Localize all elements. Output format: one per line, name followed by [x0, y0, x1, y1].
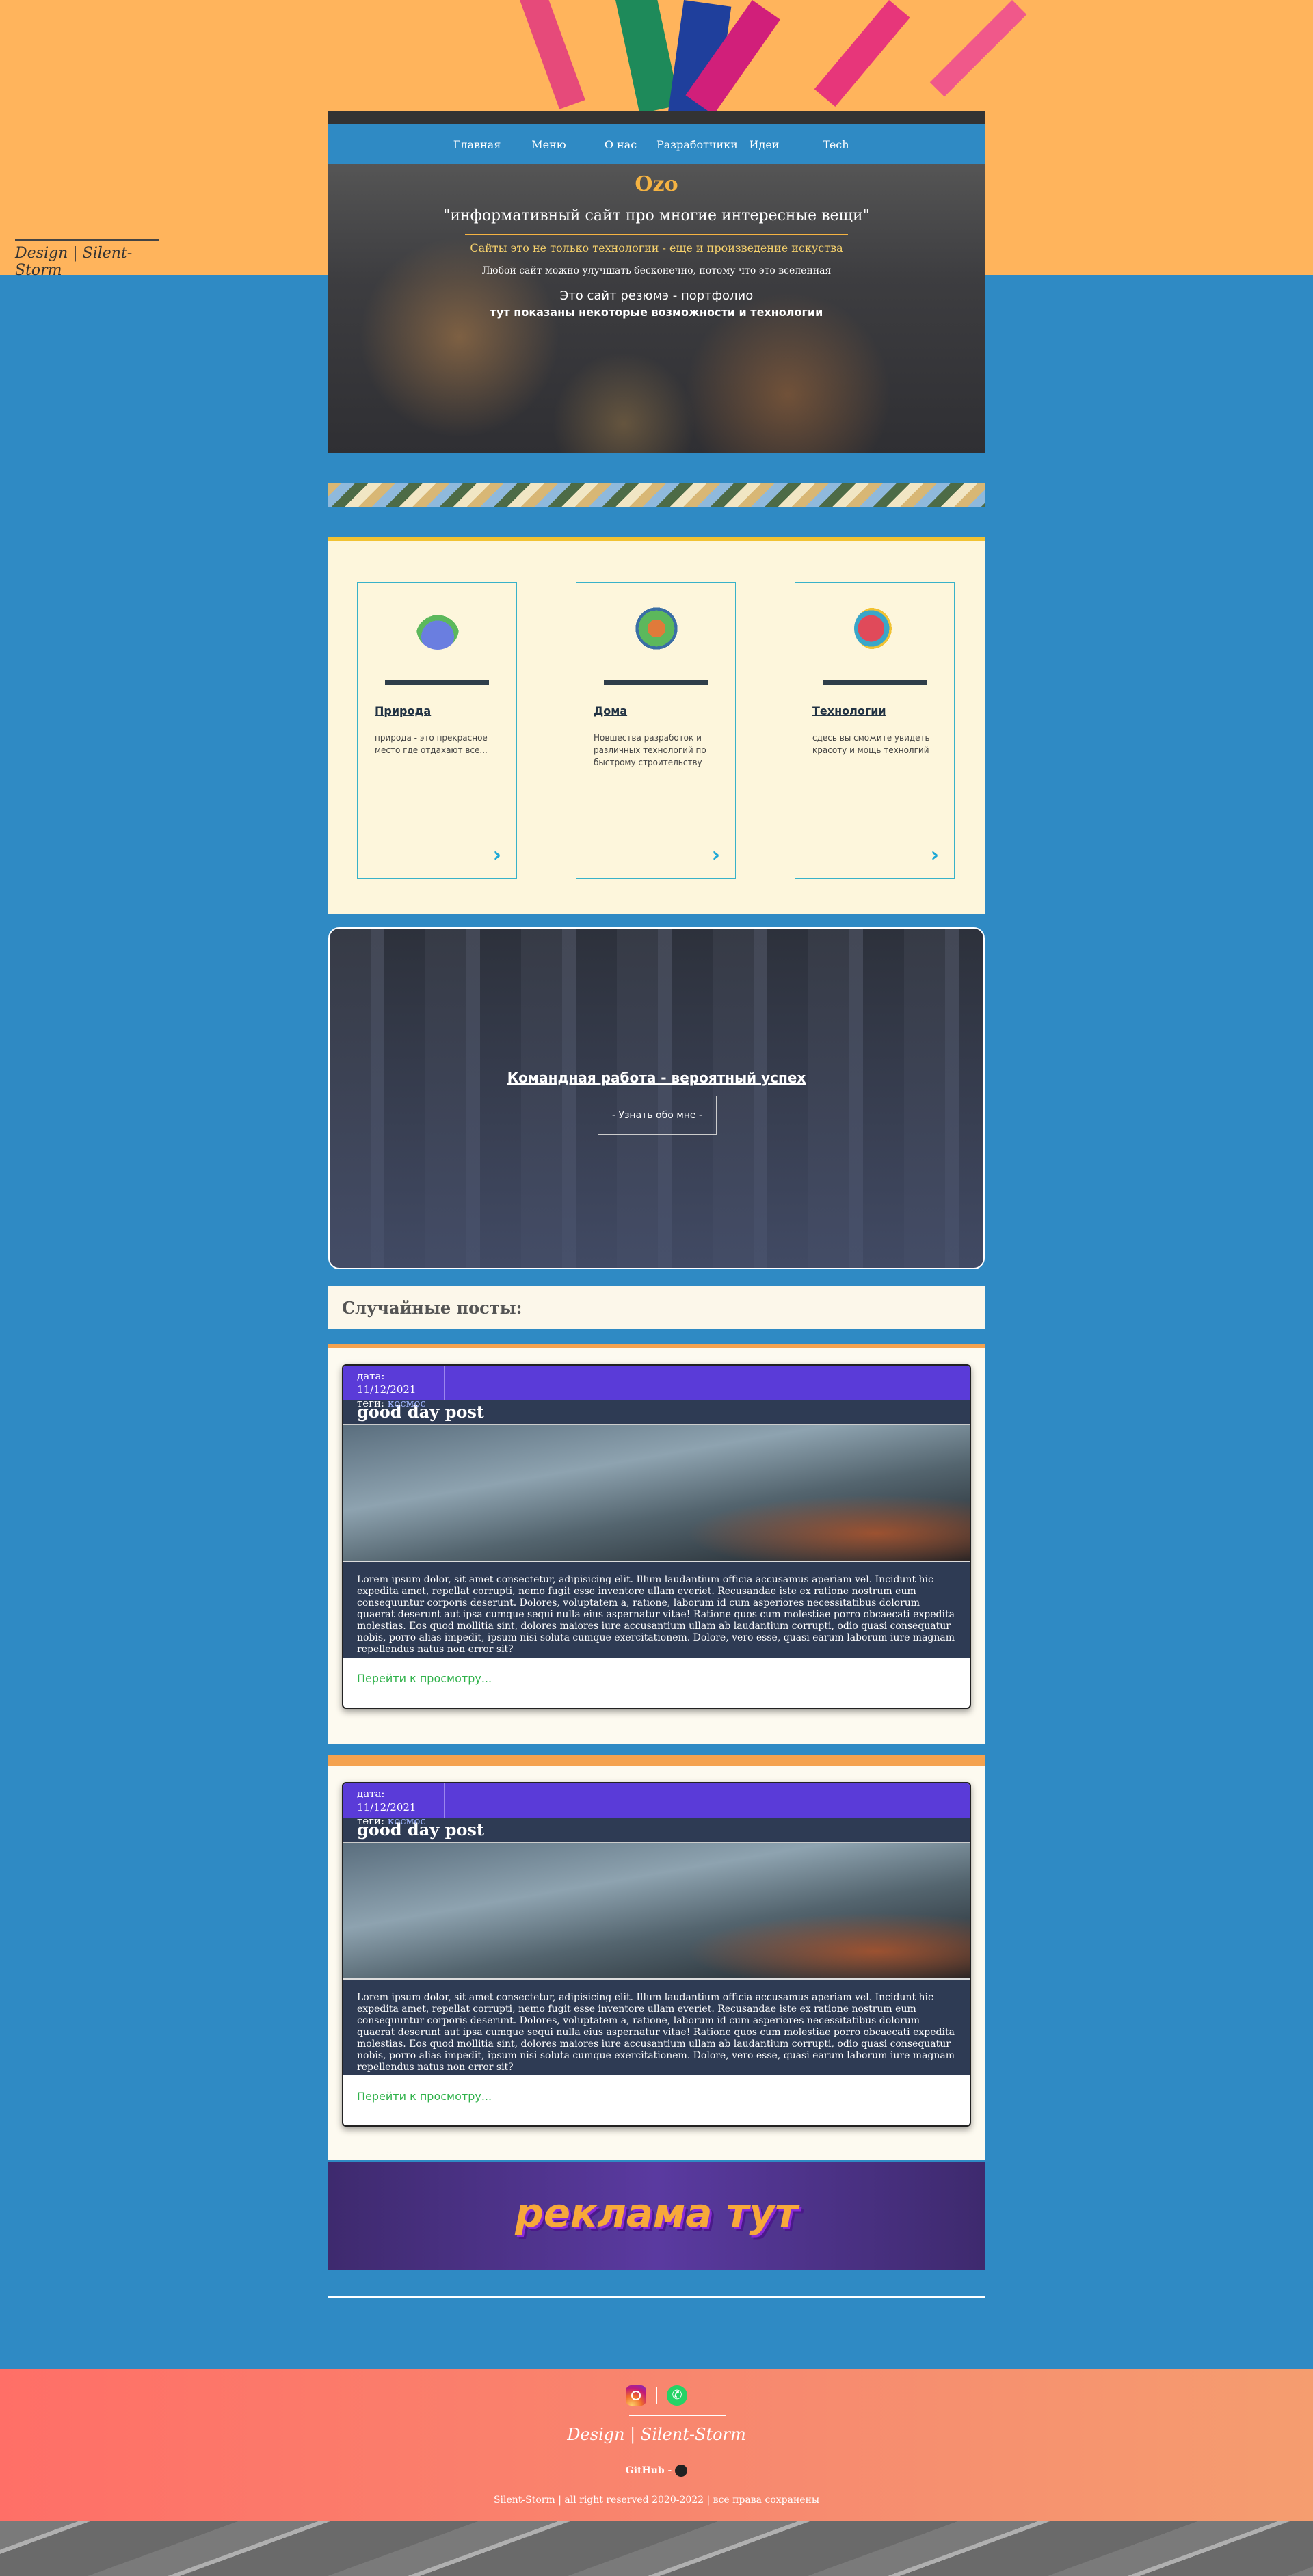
ad-text: реклама тут: [515, 2190, 798, 2236]
nav-link-ideas[interactable]: Идеи: [728, 138, 800, 151]
cards-section: Природа природа - это прекрасное место г…: [328, 537, 985, 914]
designer-signature: Design | Silent-Storm: [15, 239, 159, 279]
instagram-icon[interactable]: [626, 2385, 646, 2406]
site-title: Ozo: [635, 172, 678, 196]
decorative-stripes: [328, 483, 985, 507]
site-footer: ✆ Design | Silent-Storm GitHub - Silent-…: [0, 2369, 1313, 2521]
post-body: Lorem ipsum dolor, sit amet consectetur,…: [343, 1980, 970, 2075]
posts-heading: Случайные посты:: [342, 1298, 522, 1318]
brush-stroke: [929, 0, 1027, 97]
footer-signature: Design | Silent-Storm: [567, 2425, 746, 2444]
ad-banner[interactable]: реклама тут: [328, 2162, 985, 2270]
card-divider: [385, 680, 489, 685]
date-label: дата:: [357, 1788, 385, 1800]
brush-stroke: [814, 0, 910, 107]
post-card: дата: 11/12/2021 теги: космос good day p…: [342, 1782, 971, 2127]
site-header: Главная Меню О нас Разработчики Идеи Tec…: [328, 111, 985, 453]
post-meta: дата: 11/12/2021 теги: космос: [343, 1783, 970, 1827]
date-label: дата:: [357, 1370, 385, 1382]
post-body: Lorem ipsum dolor, sit amet consectetur,…: [343, 1562, 970, 1658]
github-icon[interactable]: [675, 2465, 688, 2477]
brush-stroke: [520, 0, 585, 109]
post-card: дата: 11/12/2021 теги: космос good day p…: [342, 1364, 971, 1709]
bottom-decorative-strip: [0, 2521, 1313, 2576]
tags-label: теги:: [357, 1397, 385, 1409]
post-meta-box: дата: 11/12/2021 теги: космос: [343, 1783, 445, 1827]
post-date: 11/12/2021: [357, 1383, 416, 1396]
card-houses[interactable]: Дома Новшества разработок и различных те…: [576, 582, 736, 879]
copyright: Silent-Storm | all right reserved 2020-2…: [493, 2495, 820, 2506]
post-meta-box: дата: 11/12/2021 теги: космос: [343, 1366, 445, 1409]
social-icons: ✆: [0, 2385, 1313, 2406]
card-nature[interactable]: Природа природа - это прекрасное место г…: [357, 582, 517, 879]
main-nav: Главная Меню О нас Разработчики Идеи Tec…: [328, 124, 985, 164]
teamwork-title: Командная работа - вероятный успех: [507, 1070, 806, 1086]
card-divider: [823, 680, 927, 685]
card-technology[interactable]: Технологии сдесь вы сможите увидеть крас…: [795, 582, 955, 879]
nav-link-home[interactable]: Главная: [441, 138, 513, 151]
hero-subtitle: Сайты это не только технологии - еще и п…: [470, 241, 843, 254]
nav-link-menu[interactable]: Меню: [513, 138, 585, 151]
hero-divider: [465, 234, 848, 235]
hero-capabilities-text: тут показаны некоторые возможности и тех…: [490, 306, 823, 319]
hero-text: Ozo "информативный сайт про многие интер…: [328, 164, 985, 319]
post-date: 11/12/2021: [357, 1801, 416, 1814]
card-title[interactable]: Природа: [375, 704, 431, 717]
house-icon: [635, 607, 678, 650]
card-text: природа - это прекрасное место где отдах…: [375, 733, 488, 755]
view-post-link[interactable]: Перейти к просмотру...: [343, 1658, 970, 1700]
icon-separator: [656, 2387, 657, 2404]
github-label: GitHub -: [625, 2465, 672, 2476]
header-top-strip: [328, 111, 985, 124]
view-post-link[interactable]: Перейти к просмотру...: [343, 2075, 970, 2118]
teamwork-banner: Командная работа - вероятный успех - Узн…: [328, 927, 985, 1269]
hero-description: Любой сайт можно улучшать бесконечно, по…: [481, 265, 832, 276]
post-image: [343, 1843, 970, 1980]
hero-quote: "информативный сайт про многие интересны…: [443, 207, 870, 224]
post-section: дата: 11/12/2021 теги: космос good day p…: [328, 1755, 985, 2160]
nav-link-developers[interactable]: Разработчики: [656, 138, 738, 151]
whatsapp-icon[interactable]: ✆: [667, 2385, 687, 2406]
nature-icon: [416, 607, 459, 650]
card-text: сдесь вы сможите увидеть красоту и мощь …: [812, 733, 930, 755]
hero-portfolio-text: Это сайт резюмэ - портфолио: [559, 289, 754, 303]
post-meta: дата: 11/12/2021 теги: космос: [343, 1366, 970, 1409]
nav-link-about[interactable]: О нас: [585, 138, 656, 151]
footer-divider: [629, 2415, 726, 2416]
posts-heading-bar: Случайные посты:: [328, 1286, 985, 1329]
post-section: дата: 11/12/2021 теги: космос good day p…: [328, 1344, 985, 1744]
chevron-right-icon[interactable]: ›: [931, 843, 939, 867]
post-tag[interactable]: космос: [388, 1397, 426, 1409]
brain-icon: [854, 607, 897, 650]
tags-label: теги:: [357, 1815, 385, 1827]
nav-link-tech[interactable]: Tech: [800, 138, 872, 151]
github-link[interactable]: GitHub -: [0, 2465, 1313, 2477]
about-me-button[interactable]: - Узнать обо мне -: [598, 1096, 717, 1135]
card-text: Новшества разработок и различных техноло…: [594, 733, 706, 767]
card-title[interactable]: Дома: [594, 704, 627, 717]
card-title[interactable]: Технологии: [812, 704, 886, 717]
post-image: [343, 1425, 970, 1562]
card-divider: [604, 680, 708, 685]
chevron-right-icon[interactable]: ›: [712, 843, 720, 867]
divider-line: [328, 2296, 985, 2298]
post-tag[interactable]: космос: [388, 1815, 426, 1827]
chevron-right-icon[interactable]: ›: [493, 843, 501, 867]
